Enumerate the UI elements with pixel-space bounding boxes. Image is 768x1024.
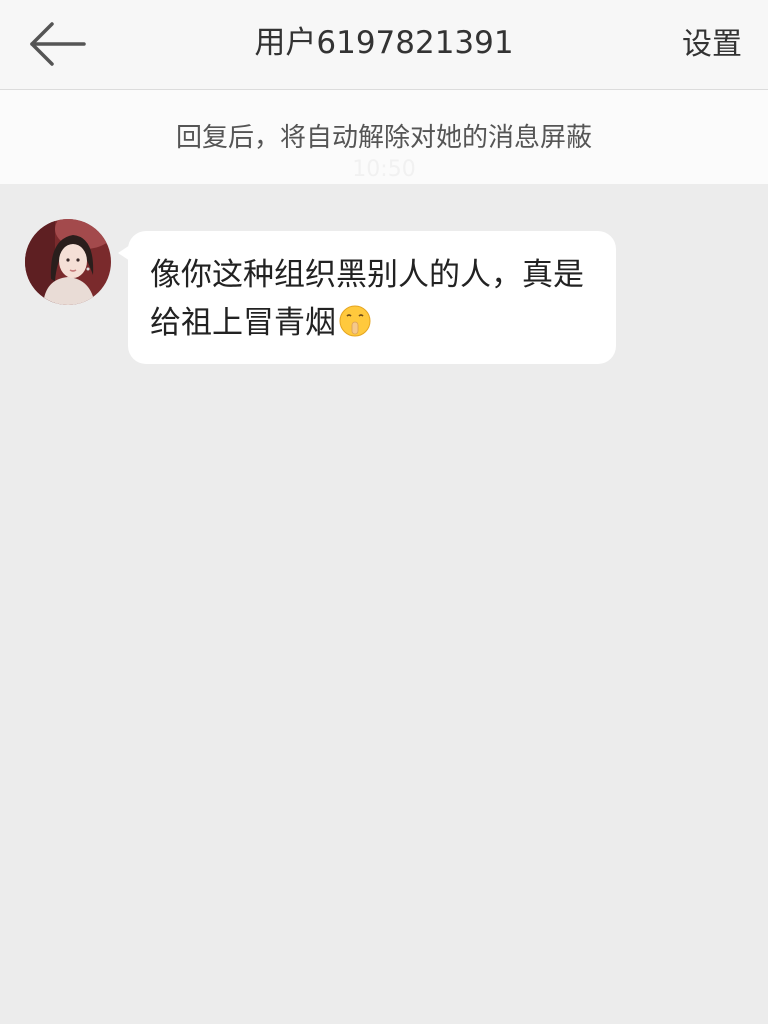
avatar[interactable] [25,219,111,305]
message-timestamp: 10:50 [352,157,416,182]
back-button[interactable] [22,14,92,74]
bubble-tail [118,245,130,261]
back-arrow-icon [22,14,92,74]
settings-button[interactable]: 设置 [682,0,742,89]
top-bar: 用户6197821391 设置 [0,0,768,90]
message-bubble[interactable]: 像你这种组织黑别人的人，真是给祖上冒青烟 [118,231,616,364]
shushing-face-emoji-icon [338,304,372,338]
page-title: 用户6197821391 [254,25,514,61]
